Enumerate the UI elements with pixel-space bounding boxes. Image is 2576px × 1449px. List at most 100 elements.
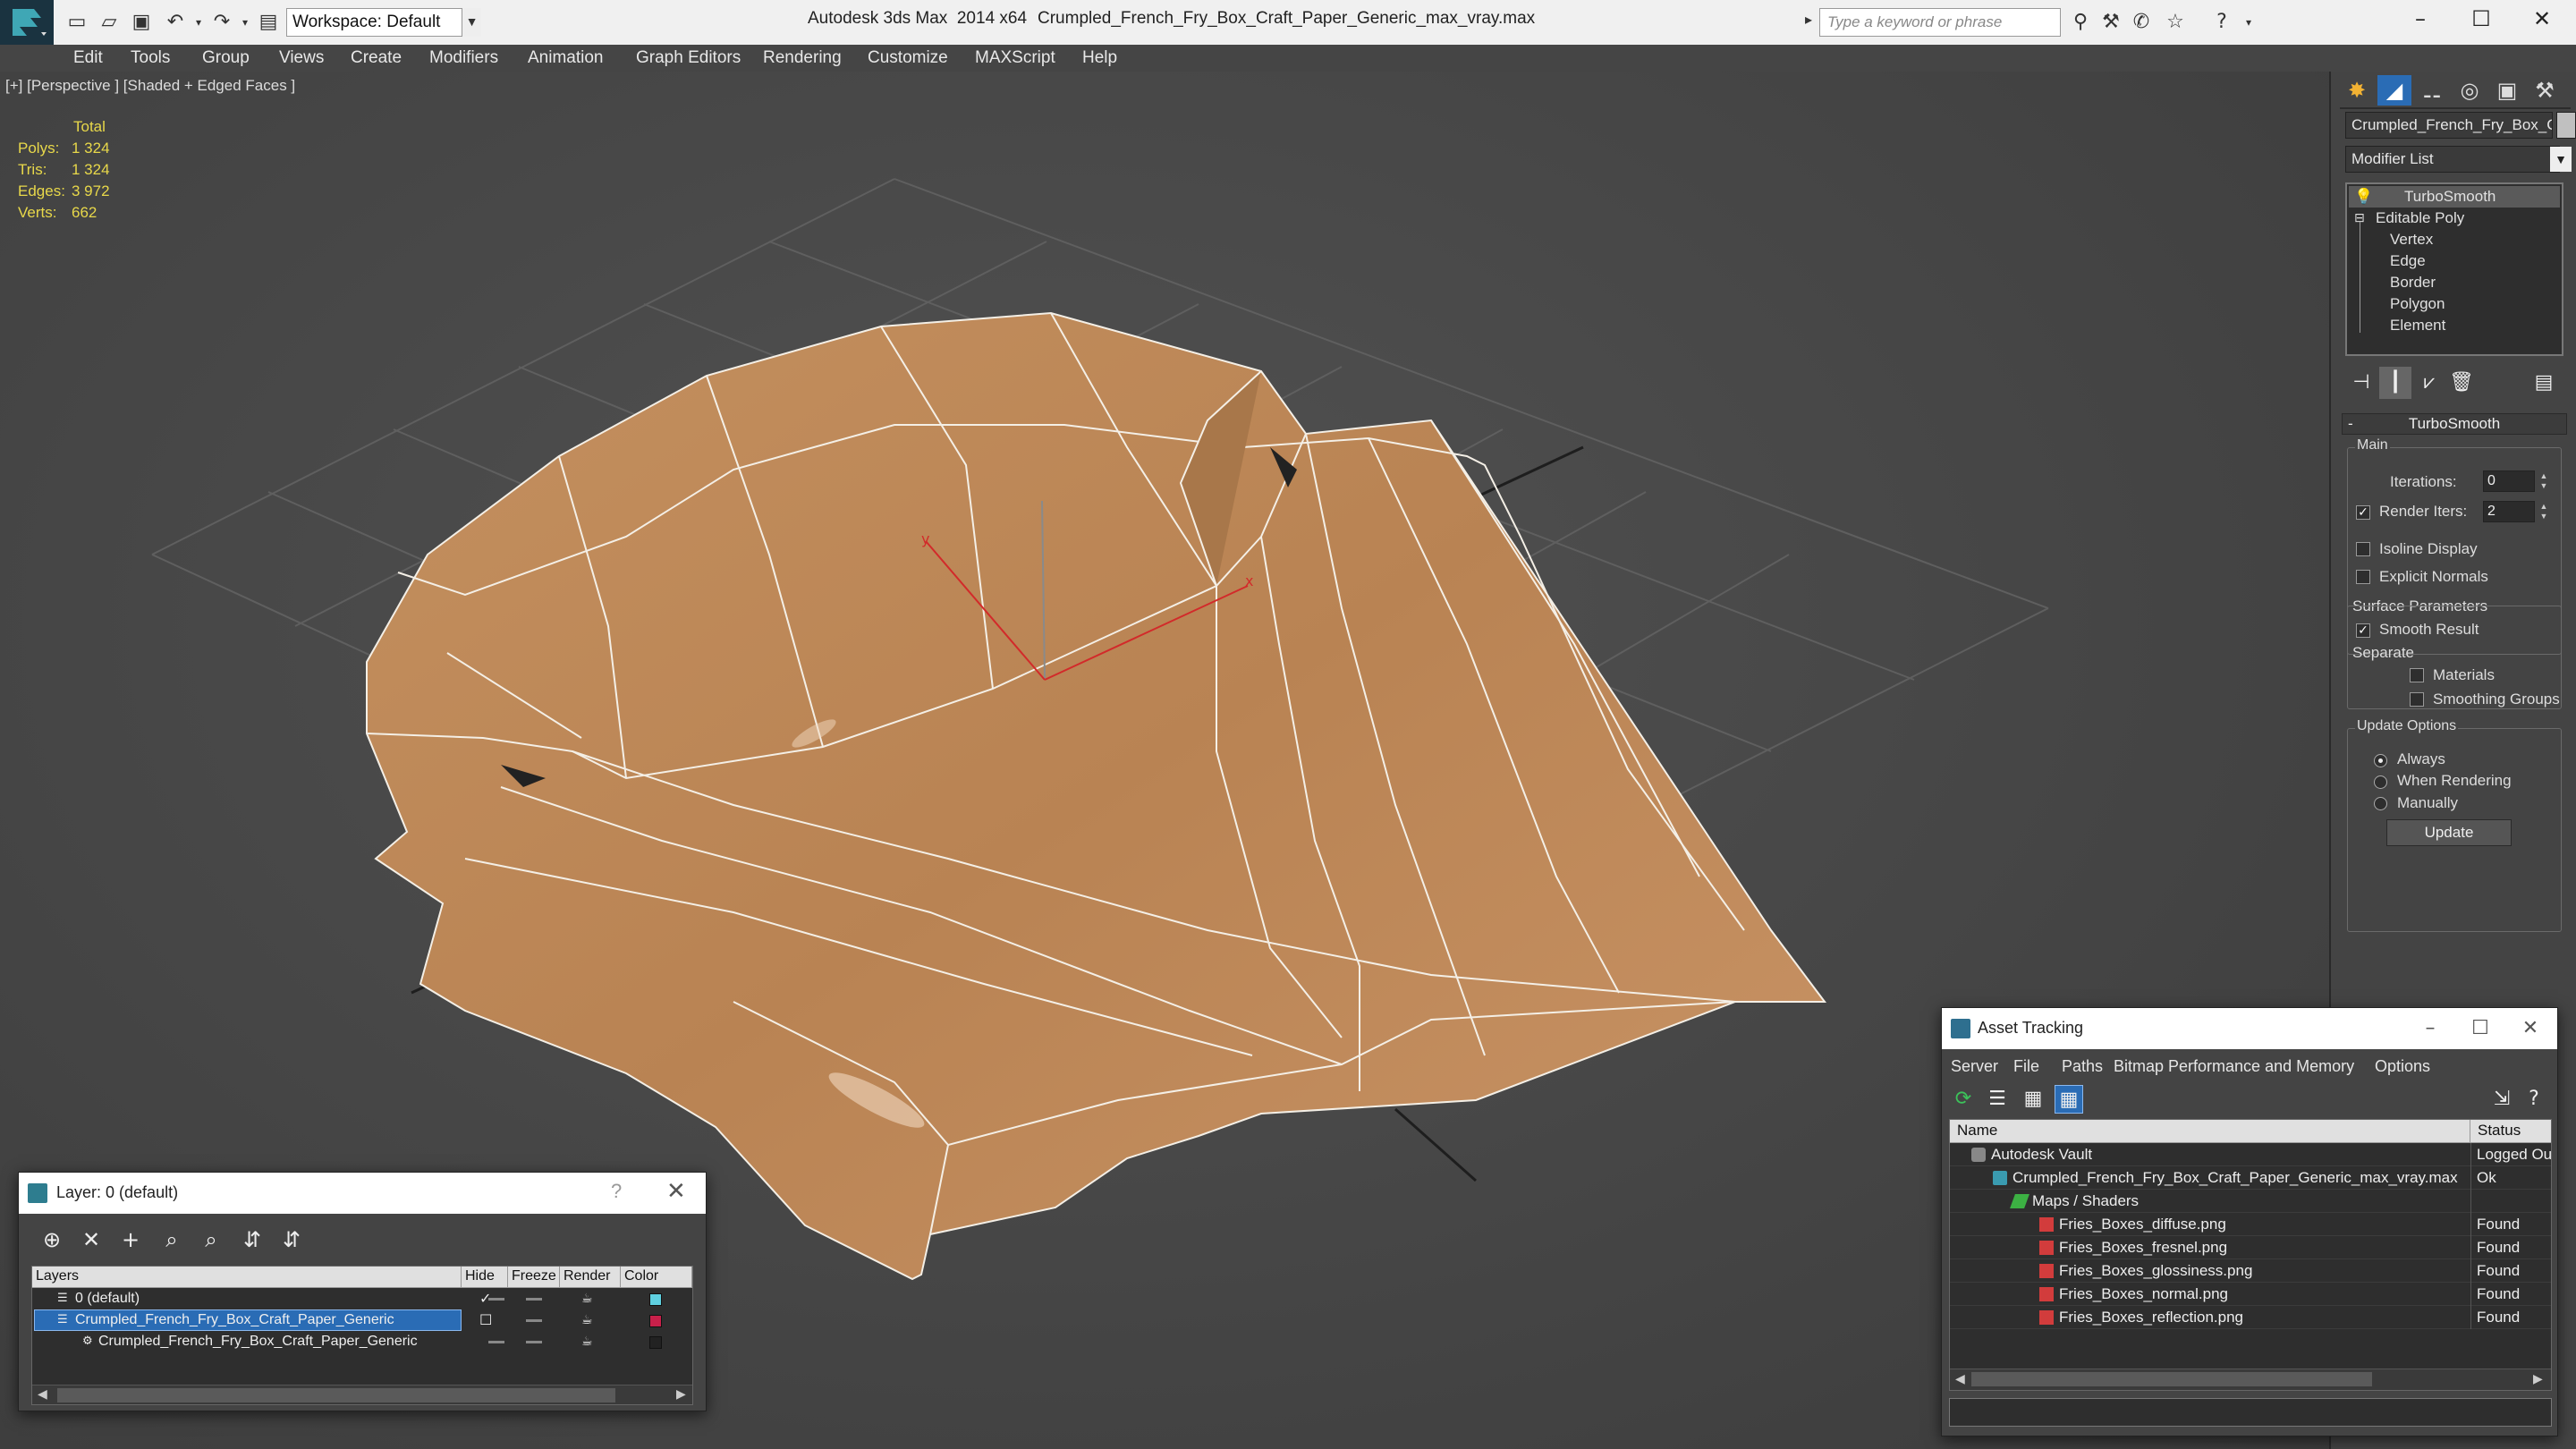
stack-item-vertex[interactable]: Vertex [2390, 229, 2433, 250]
menu-edit[interactable]: Edit [73, 45, 103, 72]
project-folder-icon[interactable]: ▤ [258, 11, 279, 34]
select-objects-icon[interactable]: ⌕ [157, 1224, 187, 1255]
menu-animation[interactable]: Animation [528, 45, 604, 72]
isoline-display-checkbox[interactable] [2356, 542, 2370, 556]
stack-item-edge[interactable]: Edge [2390, 250, 2426, 272]
minimize-button[interactable]: – [2390, 0, 2451, 39]
asset-dialog-titlebar[interactable]: Asset Tracking – ☐ ✕ [1942, 1008, 2557, 1049]
open-file-icon[interactable]: ▱ [98, 11, 120, 34]
undo-dropdown-icon[interactable]: ▾ [188, 11, 209, 34]
menu-modifiers[interactable]: Modifiers [429, 45, 498, 72]
column-color[interactable]: Color [621, 1267, 692, 1288]
grid-view-icon[interactable]: ▦ [2055, 1085, 2083, 1114]
render-iters-spinner[interactable]: 2 ▲ ▼ [2483, 501, 2547, 522]
help-dropdown-icon[interactable]: ▾ [2236, 9, 2261, 36]
menu-options[interactable]: Options [2375, 1053, 2430, 1080]
display-tab-icon[interactable]: ▣ [2490, 75, 2524, 106]
stack-item-turbosmooth[interactable]: TurboSmooth [2404, 186, 2496, 208]
table-view-icon[interactable]: ▦ [2019, 1085, 2047, 1114]
scroll-left-icon[interactable]: ◀ [38, 1387, 47, 1402]
column-hide[interactable]: Hide [462, 1267, 508, 1288]
utilities-tab-icon[interactable]: ⚒ [2528, 75, 2562, 106]
menu-tools[interactable]: Tools [131, 45, 170, 72]
menu-bitmap-performance[interactable]: Bitmap Performance and Memory [2114, 1053, 2354, 1080]
scroll-right-icon[interactable]: ▶ [2533, 1372, 2543, 1386]
chevron-down-icon[interactable]: ▼ [462, 8, 481, 37]
communication-icon[interactable]: ✆ [2129, 9, 2154, 36]
object-color-swatch[interactable] [2556, 112, 2576, 139]
pin-stack-icon[interactable]: ⊣ [2345, 367, 2377, 399]
menu-file[interactable]: File [2013, 1053, 2039, 1080]
menu-create[interactable]: Create [351, 45, 402, 72]
stack-item-border[interactable]: Border [2390, 272, 2436, 293]
asset-row-normal[interactable]: Fries_Boxes_normal.png Found [1950, 1283, 2551, 1306]
turbosmooth-rollout-header[interactable]: - TurboSmooth [2342, 413, 2567, 435]
asset-path-field[interactable] [1949, 1398, 2552, 1427]
column-freeze[interactable]: Freeze [508, 1267, 560, 1288]
maximize-button[interactable]: ☐ [2451, 0, 2512, 39]
layer-row-default[interactable]: ☰ 0 (default) ✓ ☕ [32, 1288, 692, 1309]
remove-modifier-icon[interactable]: 🗑 [2445, 367, 2478, 399]
app-logo-button[interactable] [0, 0, 54, 45]
always-radio[interactable] [2374, 754, 2387, 767]
refresh-icon[interactable]: ⟳ [1949, 1085, 1978, 1114]
asset-row-glossiness[interactable]: Fries_Boxes_glossiness.png Found [1950, 1259, 2551, 1283]
vault-help-icon[interactable]: ? [2520, 1085, 2548, 1114]
menu-paths[interactable]: Paths [2062, 1053, 2103, 1080]
create-layer-icon[interactable]: ⊕ [37, 1224, 67, 1255]
menu-group[interactable]: Group [202, 45, 250, 72]
spinner-arrows-icon[interactable]: ▲ ▼ [2538, 471, 2550, 491]
when-rendering-radio[interactable] [2374, 775, 2387, 789]
redo-icon[interactable]: ↷ [211, 11, 233, 34]
asset-row-fresnel[interactable]: Fries_Boxes_fresnel.png Found [1950, 1236, 2551, 1259]
scroll-right-icon[interactable]: ▶ [676, 1387, 686, 1402]
highlight-layer-icon[interactable]: ⌕ [196, 1224, 226, 1255]
minimize-button[interactable]: – [2405, 1013, 2455, 1044]
menu-graph-editors[interactable]: Graph Editors [636, 45, 741, 72]
hide-all-layers-icon[interactable]: ⇵ [237, 1224, 267, 1255]
hierarchy-tab-icon[interactable]: ⚋ [2415, 75, 2449, 106]
layer-row-object[interactable]: ⚙ Crumpled_French_Fry_Box_Craft_Paper_Ge… [32, 1331, 692, 1352]
close-icon[interactable]: ✕ [666, 1178, 686, 1205]
favorites-star-icon[interactable]: ☆ [2163, 9, 2188, 36]
freeze-toggle[interactable] [526, 1298, 542, 1301]
binoculars-icon[interactable]: ⚲ [2068, 9, 2093, 36]
subscription-icon[interactable]: ⚒ [2098, 9, 2123, 36]
lightbulb-icon[interactable]: 💡 [2354, 186, 2373, 208]
motion-tab-icon[interactable]: ◎ [2453, 75, 2487, 106]
column-status[interactable]: Status [2470, 1120, 2551, 1143]
layer-dialog-titlebar[interactable]: Layer: 0 (default) ? ✕ [19, 1173, 706, 1214]
collapse-icon[interactable]: - [2348, 414, 2353, 434]
render-teapot-icon[interactable]: ☕ [581, 1288, 593, 1309]
vault-login-icon[interactable]: ⇲ [2487, 1085, 2516, 1114]
chevron-down-icon[interactable]: ▼ [2550, 147, 2572, 172]
menu-server[interactable]: Server [1951, 1053, 1998, 1080]
hide-toggle[interactable] [488, 1298, 504, 1301]
asset-row-max-file[interactable]: Crumpled_French_Fry_Box_Craft_Paper_Gene… [1950, 1166, 2551, 1190]
spinner-arrows-icon[interactable]: ▲ ▼ [2538, 502, 2550, 521]
manually-radio[interactable] [2374, 797, 2387, 810]
configure-modifier-sets-icon[interactable]: ▤ [2528, 367, 2560, 399]
freeze-toggle[interactable] [526, 1319, 542, 1322]
layer-row-fry-box[interactable]: ☰ Crumpled_French_Fry_Box_Craft_Paper_Ge… [32, 1309, 692, 1331]
delete-layer-icon[interactable]: ✕ [76, 1224, 106, 1255]
stack-item-editable-poly[interactable]: Editable Poly [2376, 208, 2464, 229]
search-expand-icon[interactable]: ▸ [1805, 11, 1812, 29]
explicit-normals-checkbox[interactable] [2356, 570, 2370, 584]
menu-maxscript[interactable]: MAXScript [975, 45, 1055, 72]
stack-item-element[interactable]: Element [2390, 315, 2445, 336]
freeze-all-layers-icon[interactable]: ⇵ [276, 1224, 307, 1255]
help-button[interactable]: ? [611, 1180, 622, 1203]
viewport-label[interactable]: [+] [Perspective ] [Shaded + Edged Faces… [5, 77, 295, 95]
menu-views[interactable]: Views [279, 45, 324, 72]
maximize-button[interactable]: ☐ [2455, 1013, 2505, 1044]
render-teapot-icon[interactable]: ☕ [581, 1309, 593, 1331]
list-view-icon[interactable]: ☰ [1983, 1085, 2012, 1114]
asset-row-reflection[interactable]: Fries_Boxes_reflection.png Found [1950, 1306, 2551, 1329]
layer-color-swatch[interactable] [649, 1336, 662, 1349]
undo-icon[interactable]: ↶ [165, 11, 186, 34]
show-end-result-icon[interactable]: ┃ [2379, 367, 2411, 399]
active-layer-box-icon[interactable]: ☐ [479, 1309, 492, 1331]
create-tab-icon[interactable]: ✸ [2340, 75, 2374, 106]
horizontal-scrollbar[interactable]: ◀ ▶ [32, 1385, 692, 1404]
